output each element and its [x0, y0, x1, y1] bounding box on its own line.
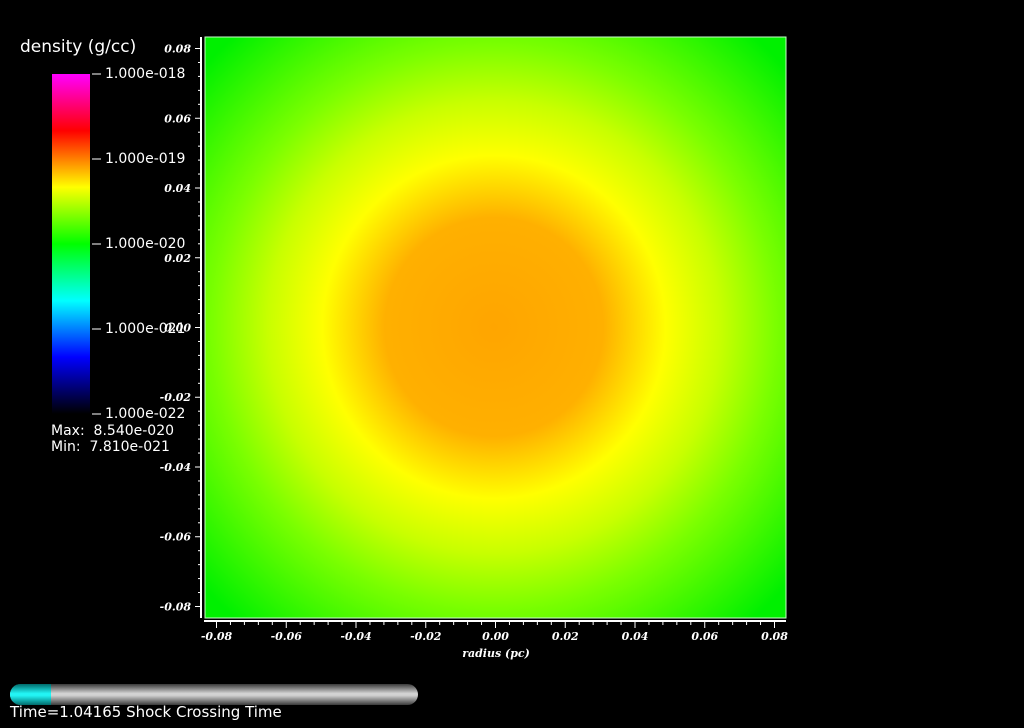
x-tick-label: -0.06 — [271, 630, 303, 643]
x-tick-labels: -0.08 -0.06 -0.04 -0.02 0.00 0.02 0.04 0.06 0.08 — [201, 630, 788, 643]
y-tick-label: -0.06 — [160, 531, 192, 544]
colorbar-tick-label: 1.000e-022 — [105, 406, 186, 422]
time-slider-fill — [10, 684, 51, 705]
y-tick-label: -0.04 — [160, 461, 191, 474]
x-tick-label: 0.08 — [761, 630, 788, 643]
x-tick-label: -0.08 — [201, 630, 233, 643]
x-tick-label: -0.04 — [340, 630, 371, 643]
x-tick-label: 0.04 — [622, 630, 649, 643]
plot-canvas: -0.08 -0.06 -0.04 -0.02 0.00 0.02 0.04 0.06 0.08… — [160, 36, 788, 660]
x-axis-label: radius (pc) — [462, 647, 530, 660]
y-tick-label: 0.08 — [164, 43, 191, 56]
x-tick-label: -0.02 — [410, 630, 442, 643]
y-tick-label: 0.02 — [164, 252, 191, 265]
y-tick-label: -0.02 — [160, 391, 192, 404]
colorbar-tick-label: 1.000e-020 — [105, 236, 186, 252]
x-tick-label: 0.00 — [482, 630, 509, 643]
x-tick-label: 0.02 — [552, 630, 579, 643]
colorbar-tick-label: 1.000e-019 — [105, 151, 186, 167]
x-tick-label: 0.06 — [691, 630, 718, 643]
colorbar-tick-label: 1.000e-018 — [105, 66, 186, 82]
y-tick-label: -0.08 — [160, 600, 192, 613]
max-label: Max: 8.540e-020 — [51, 423, 175, 439]
min-label: Min: 7.810e-021 — [51, 439, 170, 455]
x-minor-ticks — [216, 621, 775, 628]
y-tick-label: 0.06 — [164, 112, 191, 125]
y-minor-ticks — [195, 48, 201, 607]
colorbar-tick-label: 1.000e-021 — [105, 321, 186, 337]
time-slider[interactable] — [10, 684, 418, 705]
y-tick-label: 0.04 — [164, 182, 191, 195]
density-field — [205, 37, 786, 618]
colorbar-ticks — [92, 73, 101, 415]
time-label: Time=1.04165 Shock Crossing Time — [10, 703, 282, 721]
